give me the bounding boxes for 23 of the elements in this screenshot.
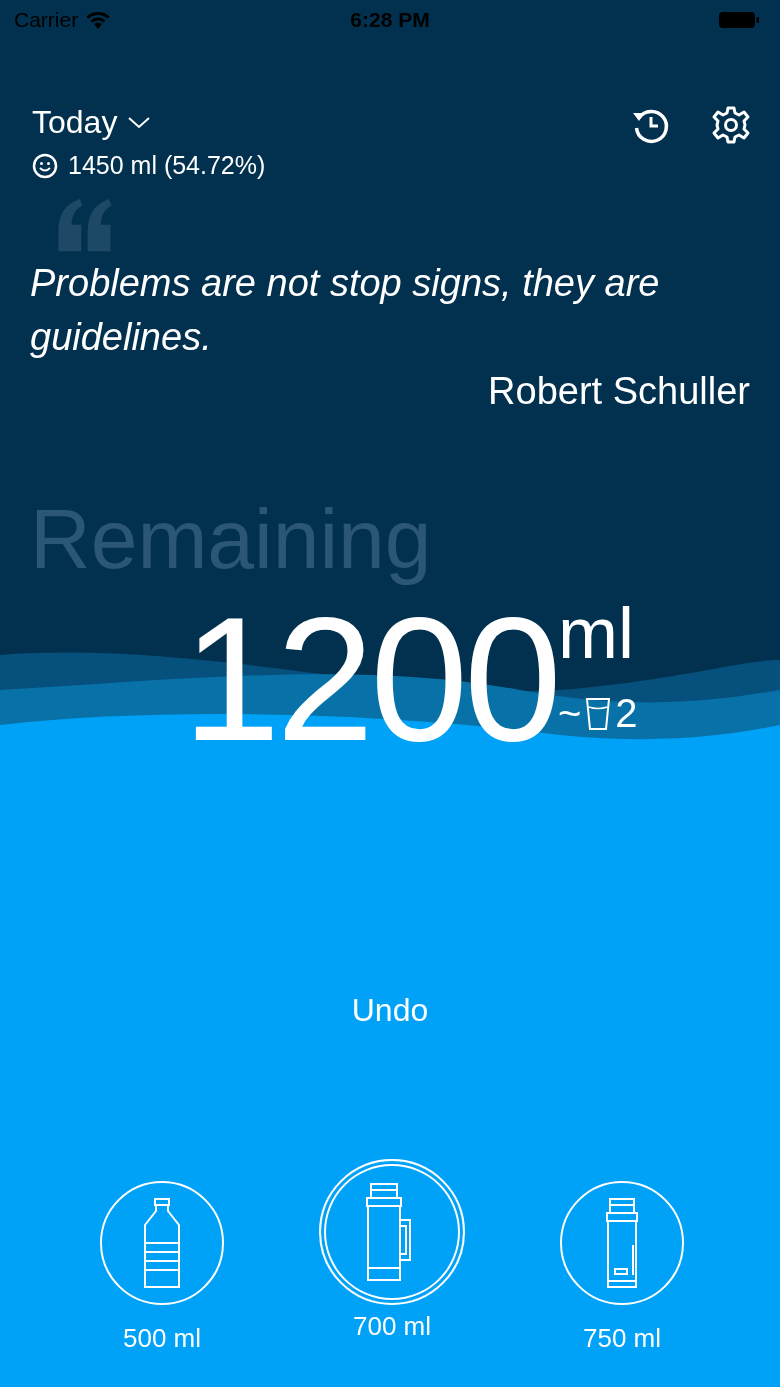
cup-count: 2 <box>615 691 638 736</box>
container-button[interactable] <box>560 1181 684 1305</box>
day-dropdown[interactable]: Today <box>32 104 152 141</box>
unit-label: ml <box>557 597 635 669</box>
bottle-icon <box>141 1197 183 1289</box>
container-size-label: 700 ml <box>352 1311 431 1342</box>
flask-icon <box>603 1197 641 1289</box>
battery-icon <box>718 10 760 30</box>
container-size-label: 750 ml <box>582 1323 661 1354</box>
chevron-down-icon <box>127 115 152 130</box>
container-button[interactable] <box>100 1181 224 1305</box>
glass-icon <box>585 696 612 731</box>
container-size-label: 500 ml <box>122 1323 201 1354</box>
intake-summary: 1450 ml (54.72%) <box>68 151 266 180</box>
quote-text: Problems are not stop signs, they are guidelines. <box>30 261 661 360</box>
container-button[interactable] <box>319 1159 465 1305</box>
settings-button[interactable] <box>710 104 752 146</box>
remaining-amount: 1200 <box>182 591 558 767</box>
status-time: 6:28 PM <box>350 8 430 32</box>
quote-author: Robert Schuller <box>487 370 750 413</box>
approx-sign: ~ <box>557 691 582 736</box>
smiley-icon <box>32 152 58 179</box>
carrier-label: Carrier <box>14 8 79 32</box>
